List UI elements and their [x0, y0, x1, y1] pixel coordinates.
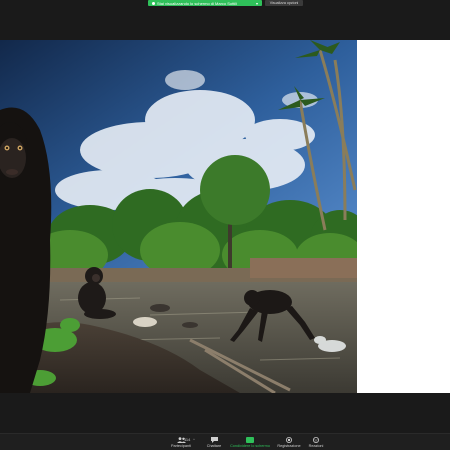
chevron-down-icon: ▾: [255, 0, 258, 6]
view-options-label: Visualizza opzioni: [269, 1, 299, 5]
share-screen-icon: [245, 436, 255, 443]
macaque-river-photo: [0, 40, 357, 393]
participants-button[interactable]: 114 ^ Partecipanti: [163, 436, 199, 450]
chat-button[interactable]: Chattare: [196, 436, 232, 450]
blank-panel: [357, 40, 450, 393]
chat-icon: [209, 436, 219, 443]
share-screen-label: Condividere lo schermo: [230, 444, 270, 448]
sharing-indicator[interactable]: Stai visualizzando lo schermo di Marco S…: [148, 0, 262, 6]
participants-count: 114: [184, 437, 191, 442]
sharing-dot-icon: [152, 1, 155, 5]
reactions-label: Reazioni: [308, 444, 324, 448]
record-icon: [284, 436, 294, 443]
chat-label: Chattare: [206, 444, 222, 448]
chevron-up-icon[interactable]: ^: [193, 437, 195, 442]
screen-share-banner: Stai visualizzando lo schermo di Marco S…: [148, 0, 303, 6]
smiley-icon: [311, 436, 321, 443]
meeting-window: Stai visualizzando lo schermo di Marco S…: [0, 0, 450, 450]
share-screen-button[interactable]: Condividere lo schermo: [230, 436, 270, 450]
shared-photo: [0, 40, 357, 393]
share-arrow-icon: [246, 436, 254, 443]
meeting-toolbar: 114 ^ Partecipanti Chattare Condividere …: [0, 433, 450, 450]
reactions-button[interactable]: Reazioni: [298, 436, 334, 450]
participants-label: Partecipanti: [170, 444, 192, 448]
shared-screen: [0, 40, 450, 393]
sharing-text: Stai visualizzando lo schermo di Marco S…: [157, 0, 238, 6]
view-options-button[interactable]: Visualizza opzioni: [265, 0, 303, 6]
